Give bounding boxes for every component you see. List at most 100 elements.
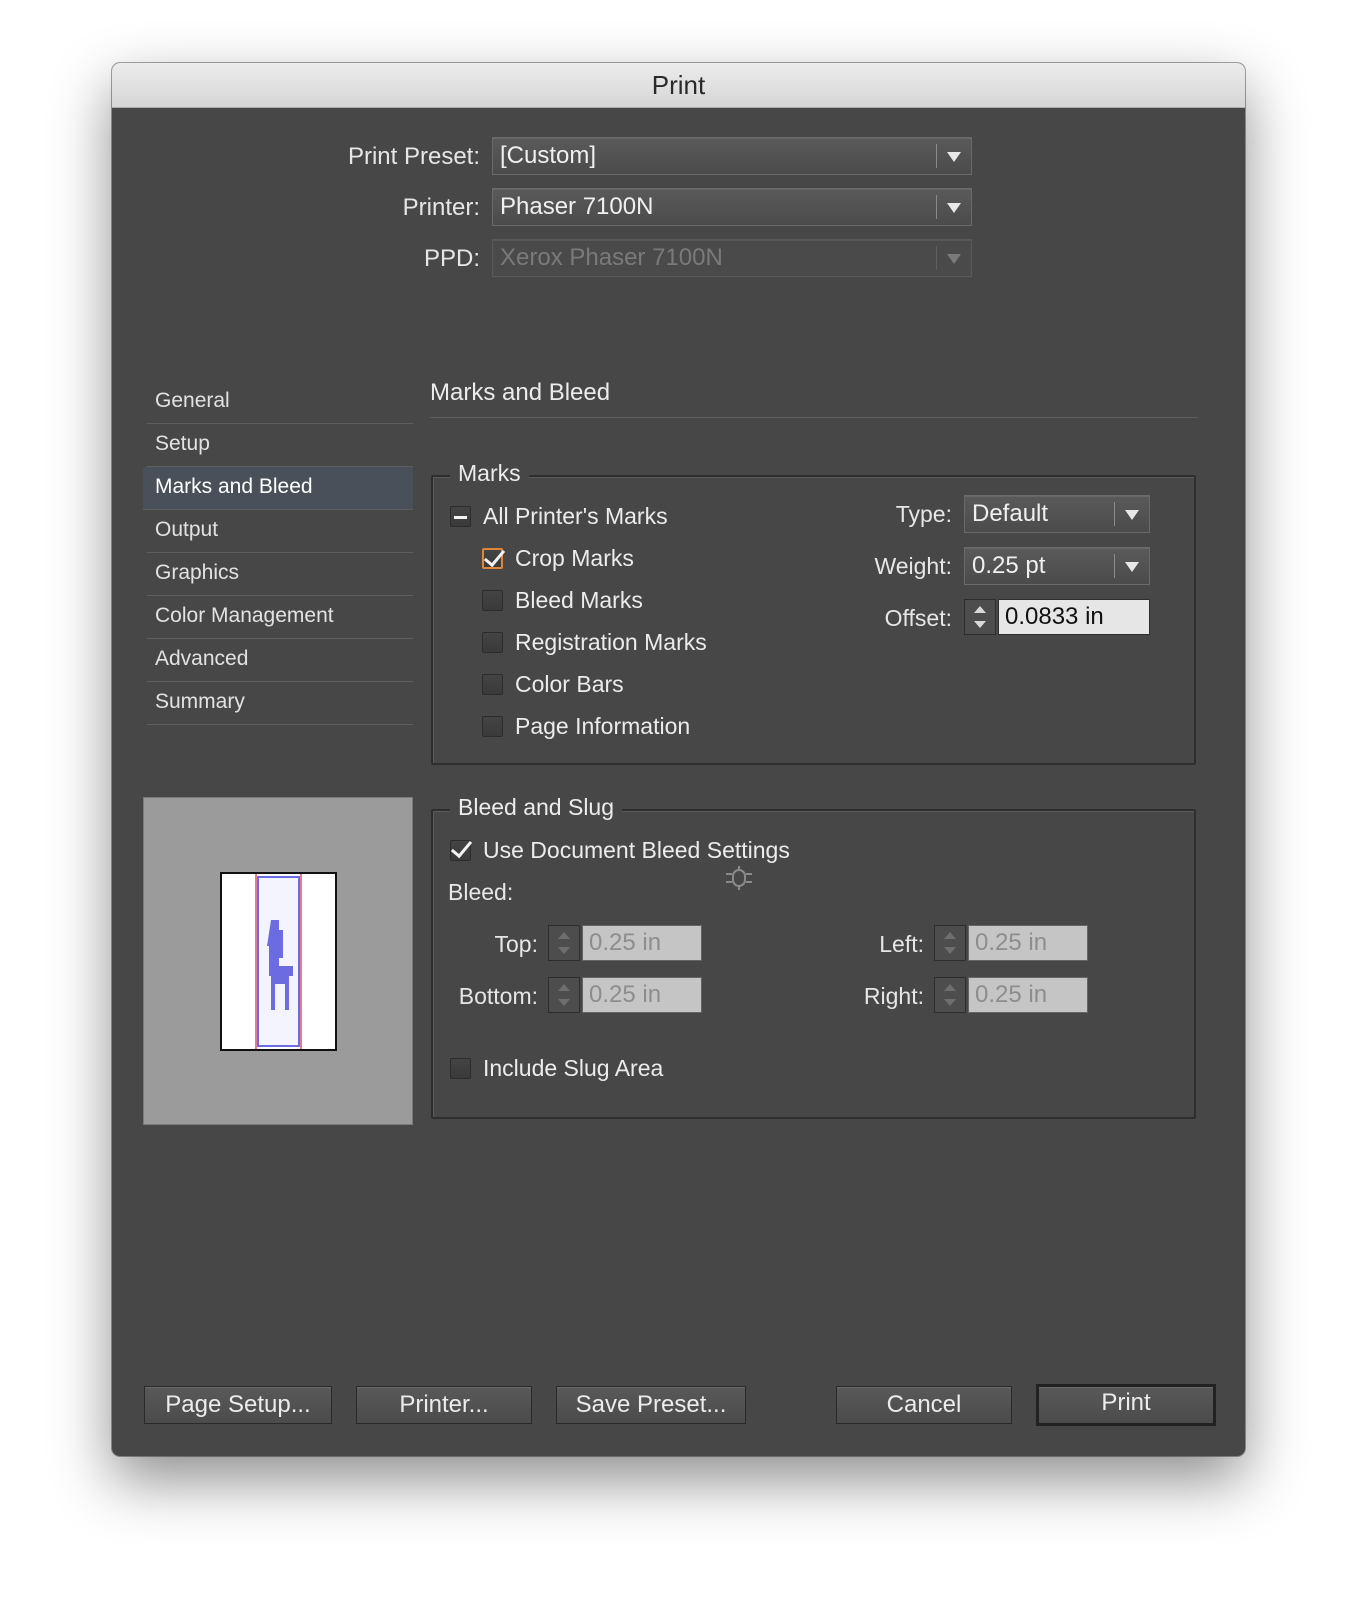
offset-label: Offset: bbox=[884, 605, 952, 631]
use-document-bleed-label: Use Document Bleed Settings bbox=[483, 837, 790, 863]
printer-button[interactable]: Printer... bbox=[356, 1386, 532, 1424]
bleed-left-input: 0.25 in bbox=[968, 925, 1088, 961]
window-title: Print bbox=[112, 63, 1245, 108]
all-printers-marks-label: All Printer's Marks bbox=[483, 503, 668, 529]
preview-content-glyph bbox=[267, 920, 293, 1010]
bleed-marks-row[interactable]: Bleed Marks bbox=[482, 587, 643, 614]
sidebar-item-graphics[interactable]: Graphics bbox=[147, 553, 413, 596]
bleed-top-input: 0.25 in bbox=[582, 925, 702, 961]
color-bars-checkbox[interactable] bbox=[482, 674, 503, 695]
bleed-and-slug-legend: Bleed and Slug bbox=[450, 794, 623, 821]
chevron-down-icon bbox=[947, 203, 961, 213]
print-preset-label: Print Preset: bbox=[347, 143, 480, 170]
sidebar-item-summary[interactable]: Summary bbox=[147, 682, 413, 725]
print-dialog: Print Print Preset: [Custom] Printer: Ph… bbox=[112, 63, 1245, 1456]
printer-dropdown[interactable]: Phaser 7100N bbox=[492, 188, 972, 226]
stepper-down-icon[interactable] bbox=[974, 621, 986, 628]
dropdown-separator bbox=[936, 195, 937, 219]
sidebar-item-color-management[interactable]: Color Management bbox=[147, 596, 413, 639]
stepper-down-icon bbox=[944, 947, 956, 954]
sidebar-item-marks-and-bleed[interactable]: Marks and Bleed bbox=[143, 467, 413, 510]
stepper-up-icon bbox=[558, 984, 570, 991]
type-dropdown[interactable]: Default bbox=[964, 495, 1150, 533]
ppd-label: PPD: bbox=[423, 245, 480, 272]
all-printers-marks-row[interactable]: All Printer's Marks bbox=[450, 503, 668, 530]
bleed-marks-checkbox[interactable] bbox=[482, 590, 503, 611]
stepper-up-icon[interactable] bbox=[974, 606, 986, 613]
chevron-down-icon bbox=[947, 152, 961, 162]
sidebar-item-setup[interactable]: Setup bbox=[147, 424, 413, 467]
page-setup-button[interactable]: Page Setup... bbox=[144, 1386, 332, 1424]
color-bars-row[interactable]: Color Bars bbox=[482, 671, 624, 698]
preview-paper bbox=[220, 872, 337, 1051]
stepper-up-icon bbox=[558, 932, 570, 939]
save-preset-button[interactable]: Save Preset... bbox=[556, 1386, 746, 1424]
printer-label: Printer: bbox=[402, 194, 480, 221]
offset-stepper[interactable] bbox=[964, 599, 996, 635]
print-preset-value: [Custom] bbox=[500, 142, 597, 169]
use-document-bleed-row[interactable]: Use Document Bleed Settings bbox=[450, 837, 790, 864]
page-preview bbox=[143, 797, 413, 1125]
page-information-checkbox[interactable] bbox=[482, 716, 503, 737]
cancel-button[interactable]: Cancel bbox=[836, 1386, 1012, 1424]
include-slug-row[interactable]: Include Slug Area bbox=[450, 1055, 663, 1082]
preview-page bbox=[257, 876, 300, 1047]
crop-marks-row[interactable]: Crop Marks bbox=[482, 545, 634, 572]
ppd-dropdown: Xerox Phaser 7100N bbox=[492, 239, 972, 277]
type-value: Default bbox=[972, 500, 1049, 527]
bleed-right-label: Right: bbox=[863, 983, 924, 1009]
bleed-left-stepper bbox=[934, 925, 966, 961]
bleed-bottom-label: Bottom: bbox=[458, 983, 538, 1009]
page-information-label: Page Information bbox=[515, 713, 691, 739]
include-slug-checkbox[interactable] bbox=[450, 1058, 471, 1079]
crop-marks-checkbox[interactable] bbox=[482, 548, 503, 569]
bleed-right-stepper bbox=[934, 977, 966, 1013]
bleed-top-stepper bbox=[548, 925, 580, 961]
include-slug-label: Include Slug Area bbox=[483, 1055, 664, 1081]
bleed-top-label: Top: bbox=[494, 931, 538, 957]
color-bars-label: Color Bars bbox=[515, 671, 624, 697]
registration-marks-row[interactable]: Registration Marks bbox=[482, 629, 707, 656]
stepper-up-icon bbox=[944, 932, 956, 939]
chevron-down-icon bbox=[1125, 510, 1139, 520]
all-printers-marks-checkbox[interactable] bbox=[450, 506, 471, 527]
bleed-marks-label: Bleed Marks bbox=[515, 587, 643, 613]
use-document-bleed-checkbox[interactable] bbox=[450, 840, 471, 861]
chevron-down-icon bbox=[1125, 562, 1139, 572]
chain-link-icon bbox=[726, 866, 752, 890]
bleed-bottom-input: 0.25 in bbox=[582, 977, 702, 1013]
sidebar-item-advanced[interactable]: Advanced bbox=[147, 639, 413, 682]
stepper-down-icon bbox=[558, 947, 570, 954]
print-button[interactable]: Print bbox=[1036, 1384, 1216, 1426]
print-preset-dropdown[interactable]: [Custom] bbox=[492, 137, 972, 175]
page-information-row[interactable]: Page Information bbox=[482, 713, 690, 740]
preview-bleed-line-right bbox=[300, 874, 302, 1049]
crop-marks-label: Crop Marks bbox=[515, 545, 634, 571]
sidebar-item-output[interactable]: Output bbox=[147, 510, 413, 553]
stepper-down-icon bbox=[558, 999, 570, 1006]
dropdown-separator bbox=[1114, 554, 1115, 578]
sidebar: General Setup Marks and Bleed Output Gra… bbox=[143, 381, 413, 725]
ppd-value: Xerox Phaser 7100N bbox=[500, 244, 723, 271]
sidebar-item-general[interactable]: General bbox=[147, 381, 413, 424]
weight-dropdown[interactable]: 0.25 pt bbox=[964, 547, 1150, 585]
type-label: Type: bbox=[895, 501, 952, 527]
stepper-up-icon bbox=[944, 984, 956, 991]
stepper-down-icon bbox=[944, 999, 956, 1006]
registration-marks-label: Registration Marks bbox=[515, 629, 707, 655]
chevron-down-icon bbox=[947, 254, 961, 264]
dropdown-separator bbox=[936, 246, 937, 270]
bleed-label: Bleed: bbox=[448, 879, 514, 905]
weight-label: Weight: bbox=[874, 553, 952, 579]
printer-value: Phaser 7100N bbox=[500, 193, 654, 220]
panel-title-divider bbox=[430, 417, 1198, 418]
offset-input[interactable]: 0.0833 in bbox=[998, 599, 1150, 635]
dropdown-separator bbox=[1114, 502, 1115, 526]
weight-value: 0.25 pt bbox=[972, 552, 1046, 579]
bleed-right-input: 0.25 in bbox=[968, 977, 1088, 1013]
bleed-left-label: Left: bbox=[879, 931, 924, 957]
marks-legend: Marks bbox=[450, 460, 529, 487]
bleed-bottom-stepper bbox=[548, 977, 580, 1013]
registration-marks-checkbox[interactable] bbox=[482, 632, 503, 653]
panel-title: Marks and Bleed bbox=[430, 379, 611, 406]
